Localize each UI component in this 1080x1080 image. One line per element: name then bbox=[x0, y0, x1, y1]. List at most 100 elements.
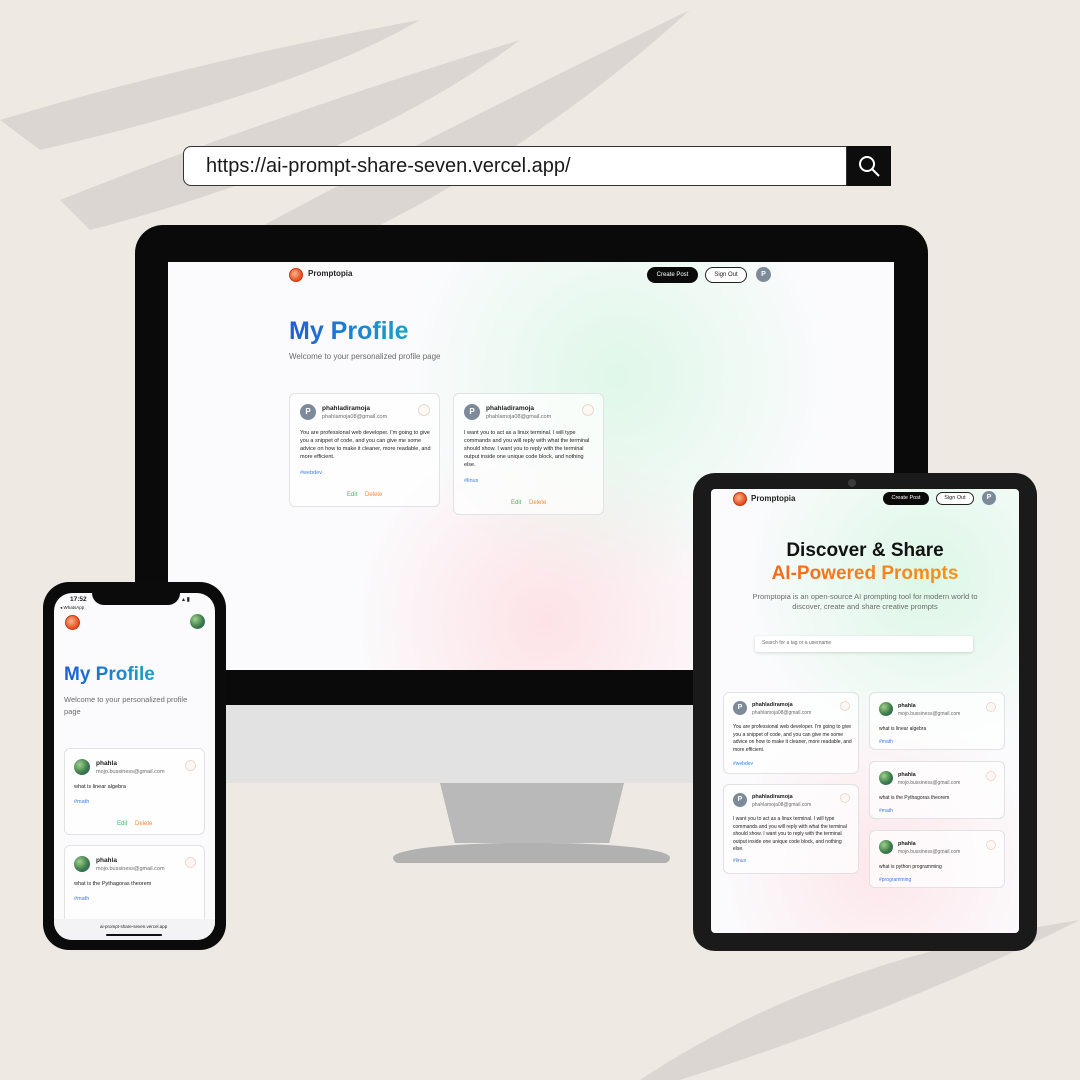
avatar[interactable] bbox=[74, 759, 90, 775]
prompt-tag[interactable]: #math bbox=[74, 799, 89, 805]
hero-subtitle: AI-Powered Prompts bbox=[711, 563, 1019, 585]
delete-button[interactable]: Delete bbox=[365, 492, 382, 498]
avatar[interactable]: P bbox=[733, 793, 747, 807]
email: phahlamoja08@gmail.com bbox=[752, 710, 812, 716]
edit-button[interactable]: Edit bbox=[347, 492, 357, 498]
tablet-camera bbox=[848, 479, 856, 487]
prompt-card: phahla mojo.bussiness@gmail.com what is … bbox=[869, 692, 1005, 750]
prompt-card: phahla mojo.bussiness@gmail.com what is … bbox=[869, 761, 1005, 819]
address-text: ai-prompt-share-seven.vercel.app bbox=[100, 924, 168, 929]
prompt-tag[interactable]: #linux bbox=[733, 858, 746, 864]
username: phahla bbox=[898, 703, 916, 709]
copy-icon[interactable] bbox=[986, 702, 996, 712]
status-icons: ▴ ▮ bbox=[182, 597, 190, 603]
username: phahladiramoja bbox=[322, 405, 371, 412]
prompt-tag[interactable]: #linux bbox=[464, 478, 478, 484]
email: mojo.bussiness@gmail.com bbox=[96, 866, 165, 872]
prompt-tag[interactable]: #math bbox=[879, 808, 893, 814]
page-title: My Profile bbox=[64, 664, 155, 685]
prompt-card: P phahladiramoja phahlamoja08@gmail.com … bbox=[723, 692, 859, 774]
search-placeholder: Search for a tag or a username bbox=[762, 640, 832, 646]
username: phahladiramoja bbox=[752, 702, 793, 708]
edit-button[interactable]: Edit bbox=[511, 500, 521, 506]
delete-button[interactable]: Delete bbox=[529, 500, 546, 506]
prompt-card: phahla mojo.bussiness@gmail.com what is … bbox=[869, 830, 1005, 888]
prompt-text: what is python programming bbox=[879, 864, 942, 870]
search-icon bbox=[859, 156, 880, 177]
brand-name: Promptopia bbox=[308, 269, 353, 278]
avatar[interactable]: P bbox=[464, 404, 480, 420]
prompt-card: P phahladiramoja phahlamoja08@gmail.com … bbox=[453, 393, 604, 515]
prompt-text: what is the Pythagoras theorem bbox=[74, 881, 152, 887]
prompt-tag[interactable]: #webdev bbox=[733, 761, 753, 767]
copy-icon[interactable] bbox=[185, 857, 196, 868]
username: phahla bbox=[96, 857, 117, 864]
prompt-tag[interactable]: #programming bbox=[879, 877, 911, 883]
create-post-button[interactable]: Create Post bbox=[647, 267, 698, 283]
logo-icon[interactable] bbox=[733, 492, 747, 506]
prompt-text: what is linear algebra bbox=[74, 784, 126, 790]
tablet-screen: Promptopia Create Post Sign Out P Discov… bbox=[711, 489, 1019, 933]
url-bar[interactable]: https://ai-prompt-share-seven.vercel.app… bbox=[183, 146, 847, 186]
address-bar[interactable]: ai-prompt-share-seven.vercel.app bbox=[54, 919, 215, 940]
prompt-text: what is the Pythagoras theorem bbox=[879, 795, 950, 801]
email: mojo.bussiness@gmail.com bbox=[898, 780, 961, 786]
url-text: https://ai-prompt-share-seven.vercel.app… bbox=[206, 154, 571, 177]
email: phahlamoja08@gmail.com bbox=[486, 414, 552, 420]
phone-notch bbox=[92, 588, 180, 605]
brand-name: Promptopia bbox=[751, 494, 796, 503]
avatar[interactable] bbox=[879, 840, 893, 854]
username: phahladiramoja bbox=[752, 794, 793, 800]
sign-out-button[interactable]: Sign Out bbox=[936, 492, 974, 505]
copy-icon[interactable] bbox=[840, 701, 850, 711]
page-subtitle: Welcome to your personalized profile pag… bbox=[289, 352, 441, 361]
logo-icon[interactable] bbox=[289, 268, 303, 282]
email: mojo.bussiness@gmail.com bbox=[96, 769, 165, 775]
copy-icon[interactable] bbox=[986, 840, 996, 850]
copy-icon[interactable] bbox=[840, 793, 850, 803]
email: mojo.bussiness@gmail.com bbox=[898, 711, 961, 717]
username: phahla bbox=[898, 841, 916, 847]
back-to-whatsapp[interactable]: ◂ WhatsApp bbox=[60, 605, 84, 611]
username: phahla bbox=[96, 760, 117, 767]
hero-description: Promptopia is an open-source AI promptin… bbox=[752, 592, 978, 611]
copy-icon[interactable] bbox=[582, 404, 594, 416]
prompt-text: You are professional web developer. I'm … bbox=[733, 724, 852, 753]
prompt-card: P phahladiramoja phahlamoja08@gmail.com … bbox=[723, 784, 859, 874]
monitor-base bbox=[393, 843, 670, 863]
prompt-tag[interactable]: #webdev bbox=[300, 470, 322, 476]
prompt-tag[interactable]: #math bbox=[74, 896, 89, 902]
prompt-card: phahla mojo.bussiness@gmail.com what is … bbox=[64, 845, 205, 925]
create-post-button[interactable]: Create Post bbox=[883, 492, 929, 505]
phone-screen: 17:52 ◂ WhatsApp ▴ ▮ My Profile Welcome … bbox=[54, 593, 215, 940]
avatar[interactable]: P bbox=[982, 491, 996, 505]
avatar[interactable]: P bbox=[756, 267, 771, 282]
url-search-button[interactable] bbox=[847, 146, 891, 186]
sign-out-button[interactable]: Sign Out bbox=[705, 267, 747, 283]
edit-button[interactable]: Edit bbox=[117, 821, 127, 827]
monitor-stand bbox=[440, 783, 624, 843]
copy-icon[interactable] bbox=[418, 404, 430, 416]
avatar[interactable] bbox=[879, 771, 893, 785]
logo-icon[interactable] bbox=[65, 615, 80, 630]
prompt-tag[interactable]: #math bbox=[879, 739, 893, 745]
home-indicator bbox=[106, 934, 162, 936]
avatar[interactable] bbox=[74, 856, 90, 872]
avatar[interactable]: P bbox=[300, 404, 316, 420]
avatar[interactable]: P bbox=[733, 701, 747, 715]
page-subtitle: Welcome to your personalized profile pag… bbox=[64, 695, 188, 716]
delete-button[interactable]: Delete bbox=[135, 821, 152, 827]
prompt-card: phahla mojo.bussiness@gmail.com what is … bbox=[64, 748, 205, 835]
copy-icon[interactable] bbox=[986, 771, 996, 781]
prompt-text: You are professional web developer. I'm … bbox=[300, 430, 431, 460]
username: phahla bbox=[898, 772, 916, 778]
copy-icon[interactable] bbox=[185, 760, 196, 771]
search-input[interactable]: Search for a tag or a username bbox=[755, 636, 973, 652]
avatar[interactable] bbox=[879, 702, 893, 716]
email: phahlamoja08@gmail.com bbox=[752, 802, 812, 808]
prompt-text: what is linear algebra bbox=[879, 726, 927, 732]
hero-title: Discover & Share bbox=[786, 540, 944, 561]
avatar[interactable] bbox=[190, 614, 205, 629]
username: phahladiramoja bbox=[486, 405, 535, 412]
prompt-card: P phahladiramoja phahlamoja08@gmail.com … bbox=[289, 393, 440, 507]
